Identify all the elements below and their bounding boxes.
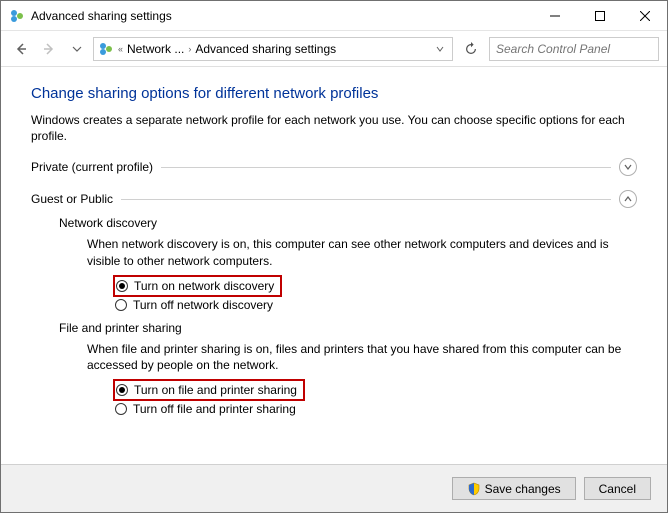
chevron-down-icon[interactable]	[619, 158, 637, 176]
search-input[interactable]	[496, 42, 652, 56]
section-label: Guest or Public	[31, 192, 113, 206]
divider	[161, 167, 611, 168]
window-controls	[532, 2, 667, 30]
close-button[interactable]	[622, 2, 667, 30]
page-heading: Change sharing options for different net…	[31, 85, 637, 102]
refresh-button[interactable]	[457, 37, 485, 61]
radio-icon	[115, 299, 127, 311]
radio-label: Turn off network discovery	[133, 298, 273, 312]
radio-discovery-on[interactable]: Turn on network discovery	[116, 278, 274, 294]
page-description: Windows creates a separate network profi…	[31, 112, 637, 144]
group-title: Network discovery	[59, 216, 637, 230]
breadcrumb-segment[interactable]: Advanced sharing settings	[195, 42, 336, 56]
highlight-box: Turn on file and printer sharing	[113, 379, 305, 401]
chevron-left-icon: «	[118, 44, 123, 54]
group-title: File and printer sharing	[59, 321, 637, 335]
network-icon	[9, 8, 25, 24]
section-label: Private (current profile)	[31, 160, 153, 174]
search-box[interactable]	[489, 37, 659, 61]
radio-fileprint-off[interactable]: Turn off file and printer sharing	[115, 401, 637, 417]
network-icon	[98, 41, 114, 57]
radio-icon	[115, 403, 127, 415]
navigation-bar: « Network ... › Advanced sharing setting…	[1, 31, 667, 67]
group-description: When network discovery is on, this compu…	[87, 236, 637, 268]
radio-label: Turn on file and printer sharing	[134, 383, 297, 397]
section-private[interactable]: Private (current profile)	[31, 158, 637, 176]
highlight-box: Turn on network discovery	[113, 275, 282, 297]
button-label: Cancel	[599, 482, 636, 496]
breadcrumb[interactable]: « Network ... › Advanced sharing setting…	[93, 37, 453, 61]
button-label: Save changes	[485, 482, 561, 496]
shield-icon	[467, 482, 481, 496]
recent-locations-button[interactable]	[65, 37, 89, 61]
radio-fileprint-on[interactable]: Turn on file and printer sharing	[116, 382, 297, 398]
radio-discovery-off[interactable]: Turn off network discovery	[115, 297, 637, 313]
section-guest-public[interactable]: Guest or Public	[31, 190, 637, 208]
minimize-button[interactable]	[532, 2, 577, 30]
breadcrumb-segment[interactable]: Network ...	[127, 42, 184, 56]
save-changes-button[interactable]: Save changes	[452, 477, 576, 500]
group-network-discovery: Network discovery When network discovery…	[59, 216, 637, 312]
window-title: Advanced sharing settings	[31, 9, 172, 23]
back-button[interactable]	[9, 37, 33, 61]
radio-label: Turn on network discovery	[134, 279, 274, 293]
divider	[121, 199, 611, 200]
radio-label: Turn off file and printer sharing	[133, 402, 296, 416]
footer: Save changes Cancel	[1, 464, 667, 512]
cancel-button[interactable]: Cancel	[584, 477, 651, 500]
group-file-printer-sharing: File and printer sharing When file and p…	[59, 321, 637, 417]
content-area: Change sharing options for different net…	[1, 67, 667, 464]
title-bar: Advanced sharing settings	[1, 1, 667, 31]
chevron-up-icon[interactable]	[619, 190, 637, 208]
group-description: When file and printer sharing is on, fil…	[87, 341, 637, 373]
radio-icon	[116, 384, 128, 396]
chevron-right-icon: ›	[188, 44, 191, 54]
breadcrumb-dropdown[interactable]	[432, 45, 448, 53]
radio-icon	[116, 280, 128, 292]
forward-button[interactable]	[37, 37, 61, 61]
maximize-button[interactable]	[577, 2, 622, 30]
